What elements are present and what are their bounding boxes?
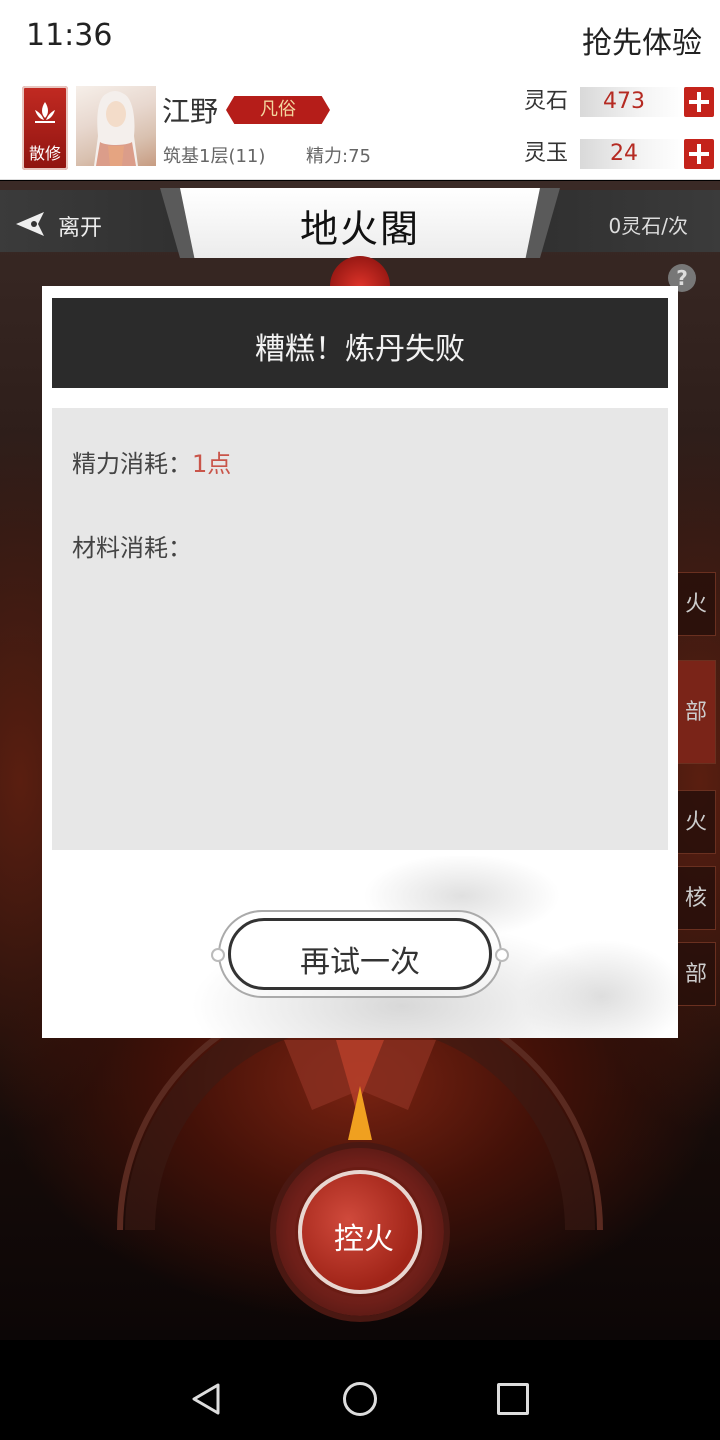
leave-arrow-icon (16, 212, 44, 236)
side-tab-label: 部 (684, 700, 707, 725)
energy-cost-label: 精力消耗： (72, 450, 192, 478)
side-tab-2[interactable]: 部 (676, 660, 716, 764)
fire-label: 控火 (334, 1222, 394, 1257)
status-bar: 11:36 抢先体验 (0, 0, 720, 76)
side-tab-4[interactable]: 核 (676, 866, 716, 930)
side-tab-label: 火 (684, 592, 707, 617)
modal-content: 精力消耗：1点 材料消耗： (52, 408, 668, 850)
player-name: 江野 (162, 95, 219, 128)
add-spirit-jade-button[interactable] (684, 139, 714, 169)
character-portrait-icon (94, 91, 138, 166)
early-access-label: 抢先体验 (582, 26, 702, 61)
result-modal: 糟糕！炼丹失败 精力消耗：1点 材料消耗： 再试一次 (42, 286, 678, 1038)
nav-recent-icon[interactable] (497, 1383, 529, 1415)
spirit-jade-value: 24 (610, 141, 638, 166)
side-tab-label: 部 (684, 962, 707, 987)
material-cost-label: 材料消耗： (72, 534, 192, 562)
modal-title: 糟糕！炼丹失败 (255, 332, 465, 367)
spirit-jade-row: 灵玉 24 (524, 138, 714, 170)
spirit-jade-label: 灵玉 (524, 141, 569, 166)
retry-label: 再试一次 (300, 945, 420, 980)
material-cost-line: 材料消耗： (72, 528, 192, 563)
sect-label: 散修 (28, 144, 61, 163)
fire-control-button[interactable]: 控火 (276, 1148, 444, 1316)
side-tab-3[interactable]: 火 (676, 790, 716, 854)
fire-button-core: 控火 (298, 1170, 422, 1294)
navigation-bar (0, 1340, 720, 1440)
sect-badge[interactable]: 散修 (22, 86, 68, 170)
spirit-stone-label: 灵石 (524, 89, 569, 114)
cost-per-try: 0灵石/次 (608, 214, 688, 238)
lotus-icon (35, 102, 55, 123)
retry-dot-left (211, 948, 225, 962)
nav-home-icon[interactable] (343, 1382, 377, 1416)
rank-badge: 凡俗 (226, 96, 330, 124)
side-tab-5[interactable]: 部 (676, 942, 716, 1006)
energy-cost-value: 1点 (192, 450, 232, 478)
nav-back-icon[interactable] (190, 1382, 224, 1416)
side-tab-label: 火 (684, 810, 707, 835)
avatar[interactable] (76, 86, 156, 166)
spirit-stone-value: 473 (603, 89, 645, 114)
energy-cost-line: 精力消耗：1点 (72, 444, 231, 479)
spirit-stone-row: 灵石 473 (524, 86, 714, 118)
player-header: 散修 江野 凡俗 筑基1层(11) 精力:75 灵石 473 灵玉 24 (0, 76, 720, 180)
realm-text: 筑基1层(11) (163, 146, 266, 167)
leave-label: 离开 (58, 216, 103, 241)
energy-text: 精力:75 (306, 146, 371, 167)
add-spirit-stone-button[interactable] (684, 87, 714, 117)
status-time: 11:36 (26, 18, 113, 53)
retry-dot-right (495, 948, 509, 962)
retry-button[interactable]: 再试一次 (228, 918, 492, 990)
side-tab-1[interactable]: 火 (676, 572, 716, 636)
side-tab-label: 核 (684, 886, 707, 911)
modal-header: 糟糕！炼丹失败 (52, 298, 668, 388)
scene-title: 地火閣 (299, 207, 420, 251)
